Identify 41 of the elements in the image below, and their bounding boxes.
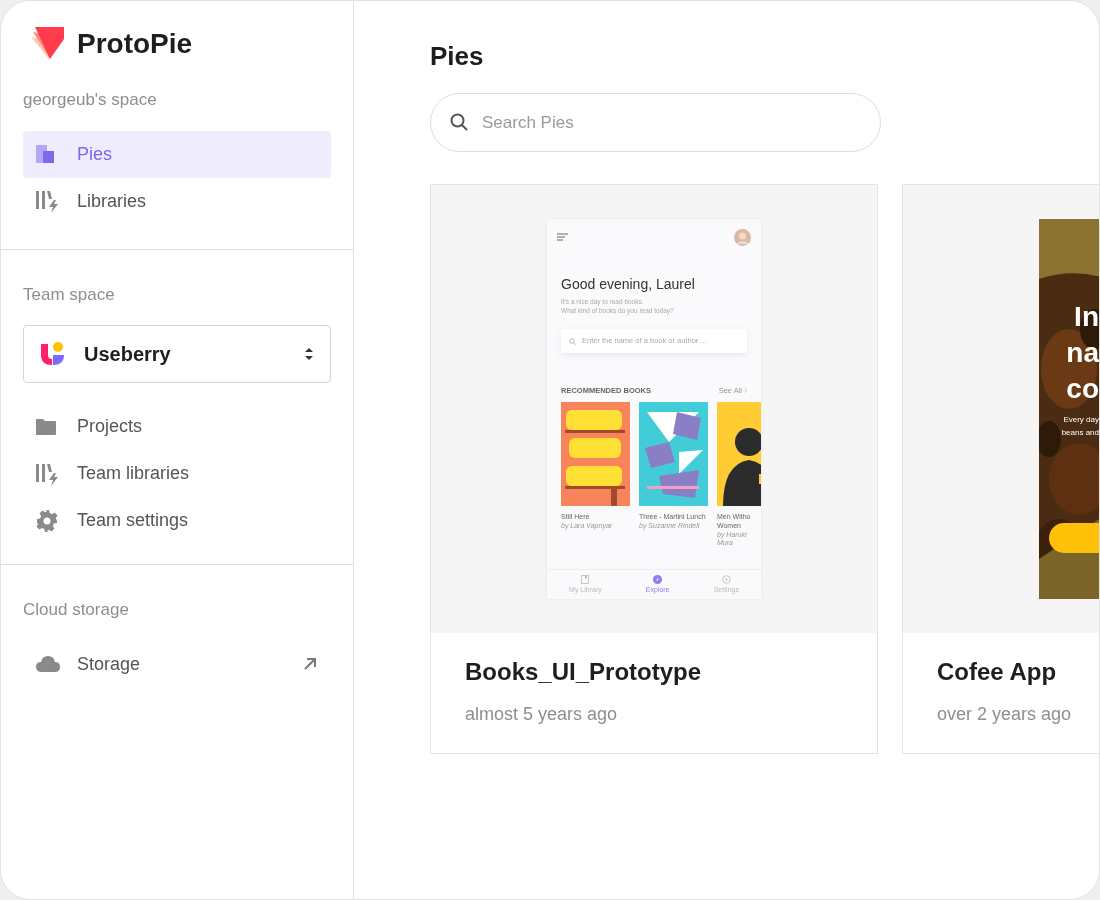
cta-button[interactable] <box>1049 523 1099 553</box>
updated-text: almost 5 years ago <box>465 703 619 726</box>
logo-icon <box>29 27 65 61</box>
section-heading: Cloud storage <box>23 599 130 621</box>
settings-icon <box>721 575 731 584</box>
sidebar-item[interactable]: Libraries <box>23 177 331 225</box>
pages-icon <box>35 144 55 164</box>
greeting-text: Good evening, Laurel <box>561 275 696 293</box>
updated-text: over 2 years ago <box>937 703 1073 726</box>
up-down-chevron-icon <box>304 346 314 362</box>
section-heading: georgeub's space <box>23 89 158 111</box>
team-dropdown[interactable]: Useberry <box>23 325 331 383</box>
chevron-icon <box>744 388 747 394</box>
headline-text: In <box>1074 300 1099 334</box>
pie-name: Books_UI_Prototype <box>465 657 703 687</box>
pie-card[interactable]: In na co Every day beans and Cofee App over 2 years ago <box>902 184 1099 754</box>
sidebar-item[interactable]: Projects <box>23 403 331 450</box>
sidebar-item[interactable]: Pies <box>23 130 331 178</box>
page-title: Pies <box>430 40 485 73</box>
compass-icon <box>653 575 663 584</box>
sidebar-item[interactable]: Team settings <box>23 497 331 544</box>
books-bolt-icon <box>35 461 61 486</box>
settings-icon <box>35 508 59 533</box>
avatar-icon <box>734 228 751 246</box>
brand-name: ProtoPie <box>77 30 193 58</box>
section-heading: Team space <box>23 283 116 306</box>
cloud-icon <box>35 655 61 673</box>
sidebar-item[interactable]: Team libraries <box>23 450 331 497</box>
book-icon <box>581 575 590 584</box>
search-icon <box>569 337 576 345</box>
books-bolt-icon <box>35 189 61 213</box>
body-text: Every day <box>1063 414 1099 426</box>
body-text: beans and <box>1061 427 1099 439</box>
headline-text: na <box>1066 336 1099 370</box>
headline-text: co <box>1066 372 1099 406</box>
search-field[interactable]: Search Pies <box>430 93 881 152</box>
pie-name: Cofee App <box>937 657 1058 687</box>
folder-icon <box>35 416 57 437</box>
team-logo-icon <box>40 341 66 367</box>
menu-icon <box>557 233 568 241</box>
sidebar-item[interactable]: Storage <box>23 640 331 688</box>
